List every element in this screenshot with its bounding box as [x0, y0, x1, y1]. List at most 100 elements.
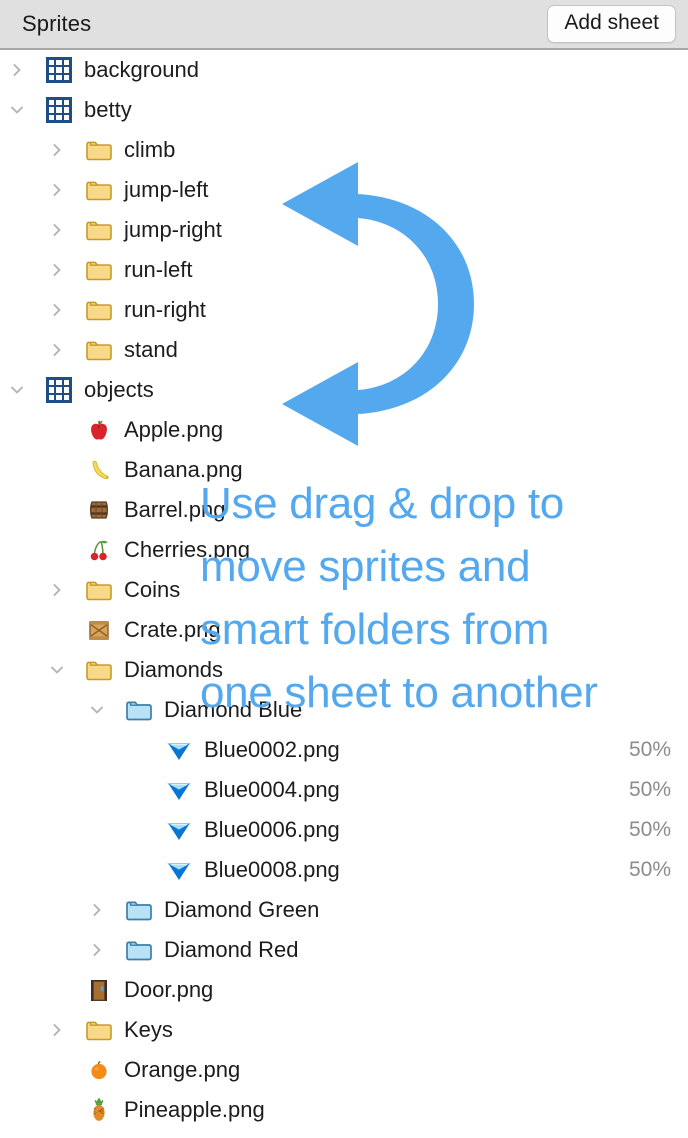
folder-icon	[84, 330, 114, 370]
tree-row[interactable]: Barrel.png	[0, 490, 688, 530]
chevron-right-icon[interactable]	[84, 930, 110, 970]
chevron-right-icon[interactable]	[84, 890, 110, 930]
tree-row[interactable]: jump-left	[0, 170, 688, 210]
page-title: Sprites	[22, 11, 92, 36]
tree-row-label: Diamond Red	[164, 937, 299, 962]
tree-row-label: background	[84, 57, 199, 82]
sheet-grid-icon	[44, 370, 74, 410]
folder-icon	[84, 170, 114, 210]
tree-row[interactable]: Banana.png	[0, 450, 688, 490]
tree-row-label: stand	[124, 337, 178, 362]
door-icon	[84, 970, 114, 1010]
sheet-grid-icon	[44, 50, 74, 90]
chevron-right-icon[interactable]	[4, 50, 30, 90]
tree-row-label: Barrel.png	[124, 497, 226, 522]
tree-row-label: jump-left	[124, 177, 209, 202]
tree-row[interactable]: Keys	[0, 1010, 688, 1050]
smart-folder-icon	[124, 930, 154, 970]
tree-row-label: Blue0008.png	[204, 857, 340, 882]
chevron-right-icon[interactable]	[44, 290, 70, 330]
smart-folder-icon	[124, 890, 154, 930]
chevron-right-icon[interactable]	[44, 1010, 70, 1050]
tree-row[interactable]: Door.png	[0, 970, 688, 1010]
smart-folder-icon	[124, 690, 154, 730]
chevron-right-icon[interactable]	[44, 170, 70, 210]
scale-percent-label: 50%	[628, 738, 671, 761]
tree-row[interactable]: jump-right	[0, 210, 688, 250]
tree-row-label: Coins	[124, 577, 181, 602]
tree-row-label: Diamond Blue	[164, 697, 303, 722]
tree-row[interactable]: Diamond Red	[0, 930, 688, 970]
tree-row[interactable]: stand	[0, 330, 688, 370]
tree-row[interactable]: Cherries.png	[0, 530, 688, 570]
scale-percent-label: 50%	[628, 778, 671, 801]
sheet-grid-icon	[44, 90, 74, 130]
tree-row-label: Diamonds	[124, 657, 224, 682]
tree-row[interactable]: Crate.png	[0, 610, 688, 650]
barrel-icon	[84, 490, 114, 530]
chevron-right-icon[interactable]	[44, 570, 70, 610]
chevron-right-icon[interactable]	[44, 250, 70, 290]
tree-row[interactable]: background	[0, 50, 688, 90]
folder-icon	[84, 290, 114, 330]
chevron-down-icon[interactable]	[4, 370, 30, 410]
tree-row-label: betty	[84, 97, 132, 122]
tree-row-label: run-left	[124, 257, 193, 282]
folder-icon	[84, 650, 114, 690]
tree-row-label: climb	[124, 137, 176, 162]
tree-row-label: Crate.png	[124, 617, 221, 642]
tree-row-label: Diamond Green	[164, 897, 320, 922]
diamond-blue-icon	[164, 730, 194, 770]
tree-row[interactable]: Diamond Blue	[0, 690, 688, 730]
tree-row-label: objects	[84, 377, 154, 402]
chevron-right-icon[interactable]	[44, 210, 70, 250]
diamond-blue-icon	[164, 770, 194, 810]
tree-row[interactable]: Pineapple.png	[0, 1090, 688, 1130]
tree-row[interactable]: Blue0002.png 50%	[0, 730, 688, 770]
banana-icon	[84, 450, 114, 490]
chevron-down-icon[interactable]	[4, 90, 30, 130]
tree-row-label: Apple.png	[124, 417, 224, 442]
add-sheet-button[interactable]: Add sheet	[547, 4, 676, 44]
tree-row-label: Door.png	[124, 977, 214, 1002]
diamond-blue-icon	[164, 850, 194, 890]
folder-icon	[84, 1010, 114, 1050]
tree-row[interactable]: Diamond Green	[0, 890, 688, 930]
tree-row[interactable]: Diamonds	[0, 650, 688, 690]
pineapple-icon	[84, 1090, 114, 1130]
tree-row[interactable]: betty	[0, 90, 688, 130]
diamond-blue-icon	[164, 810, 194, 850]
tree-row[interactable]: run-right	[0, 290, 688, 330]
tree-row[interactable]: Coins	[0, 570, 688, 610]
tree-row[interactable]: Orange.png	[0, 1050, 688, 1090]
tree-row-label: Blue0004.png	[204, 777, 340, 802]
tree-row-label: Cherries.png	[124, 537, 250, 562]
tree-row[interactable]: Blue0004.png 50%	[0, 770, 688, 810]
chevron-down-icon[interactable]	[44, 650, 70, 690]
tree-row-label: Banana.png	[124, 457, 243, 482]
tree-row[interactable]: run-left	[0, 250, 688, 290]
chevron-right-icon[interactable]	[44, 330, 70, 370]
folder-icon	[84, 130, 114, 170]
tree-row-label: Orange.png	[124, 1057, 241, 1082]
panel-header: Sprites Add sheet	[0, 0, 688, 50]
chevron-down-icon[interactable]	[84, 690, 110, 730]
tree-row-label: Blue0002.png	[204, 737, 340, 762]
tree-row[interactable]: objects	[0, 370, 688, 410]
scale-percent-label: 50%	[628, 818, 671, 841]
tree-row[interactable]: climb	[0, 130, 688, 170]
crate-icon	[84, 610, 114, 650]
chevron-right-icon[interactable]	[44, 130, 70, 170]
tree-row-label: jump-right	[124, 217, 222, 242]
orange-icon	[84, 1050, 114, 1090]
sprite-tree[interactable]: background betty climb jump-left jump-right r…	[0, 50, 688, 1130]
folder-icon	[84, 250, 114, 290]
tree-row-label: run-right	[124, 297, 206, 322]
folder-icon	[84, 210, 114, 250]
sprites-panel: Sprites Add sheet background betty climb ju…	[0, 0, 688, 1138]
tree-row[interactable]: Apple.png	[0, 410, 688, 450]
tree-row[interactable]: Blue0006.png 50%	[0, 810, 688, 850]
apple-icon	[84, 410, 114, 450]
tree-row[interactable]: Blue0008.png 50%	[0, 850, 688, 890]
scale-percent-label: 50%	[628, 858, 671, 881]
